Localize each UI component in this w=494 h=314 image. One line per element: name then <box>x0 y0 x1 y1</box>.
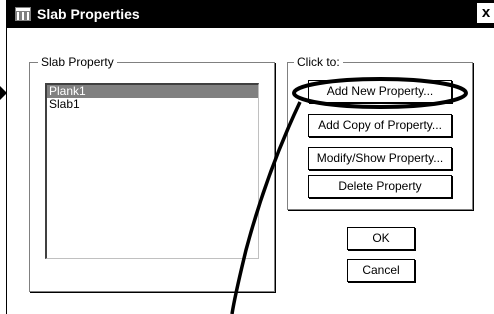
title-bar: Slab Properties x <box>7 0 494 28</box>
slab-property-group-label: Slab Property <box>38 55 117 69</box>
slab-property-listbox[interactable]: Plank1 Slab1 <box>45 83 259 259</box>
delete-property-button[interactable]: Delete Property <box>308 175 452 198</box>
click-to-group: Click to: Add New Property... Add Copy o… <box>287 55 473 210</box>
slab-properties-dialog: Slab Properties x Slab Property Plank1 S… <box>6 0 494 314</box>
add-new-property-button[interactable]: Add New Property... <box>308 80 452 103</box>
cancel-button[interactable]: Cancel <box>347 259 415 282</box>
ok-button[interactable]: OK <box>347 227 415 250</box>
close-button[interactable]: x <box>477 3 494 23</box>
slab-property-group: Slab Property Plank1 Slab1 <box>29 55 275 292</box>
click-to-group-label: Click to: <box>294 55 343 69</box>
list-item-slab1[interactable]: Slab1 <box>47 98 258 111</box>
app-icon <box>15 7 31 21</box>
add-copy-of-property-button[interactable]: Add Copy of Property... <box>308 114 452 137</box>
modify-show-property-button[interactable]: Modify/Show Property... <box>308 147 452 170</box>
window-title: Slab Properties <box>37 6 140 22</box>
